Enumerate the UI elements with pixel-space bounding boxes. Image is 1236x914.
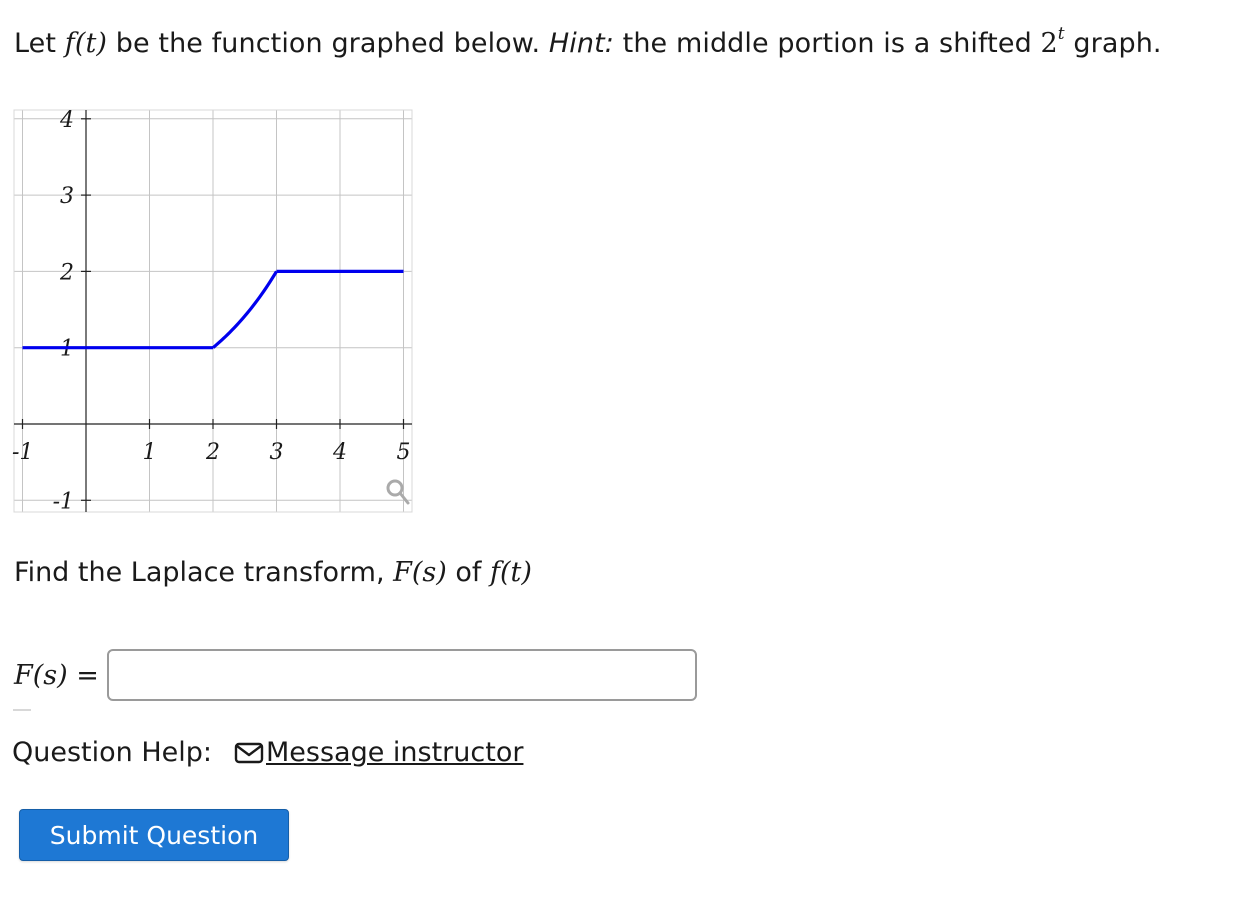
y-tick-label: 2	[59, 260, 74, 285]
question-lead: Find the Laplace transform,	[14, 557, 394, 588]
question-f: f(t)	[490, 557, 532, 588]
question-F: F(s)	[393, 557, 447, 588]
answer-input[interactable]	[106, 649, 697, 701]
hint-text: the middle portion is a shifted	[613, 28, 1041, 59]
magnifier-icon[interactable]	[386, 479, 410, 505]
y-tick-label: 3	[60, 184, 74, 209]
help-label: Question Help:	[12, 737, 212, 768]
message-instructor-link[interactable]: Message instructor	[234, 733, 523, 773]
message-instructor-label: Message instructor	[266, 737, 524, 768]
question-page: Let f(t) be the function graphed below. …	[0, 0, 1236, 914]
envelope-icon	[234, 742, 264, 764]
x-tick-label: -1	[12, 440, 33, 465]
question-text: Find the Laplace transform, F(s) of f(t)	[14, 551, 532, 595]
submit-question-button[interactable]: Submit Question	[19, 809, 289, 861]
answer-label: F(s) =	[14, 660, 99, 691]
preview-marker	[13, 709, 31, 711]
prompt-tail: graph.	[1064, 28, 1162, 59]
prompt-mid: be the function graphed below.	[107, 28, 549, 59]
x-tick-label: 2	[205, 440, 220, 465]
hint-exponent: t	[1057, 24, 1065, 44]
answer-row: F(s) =	[14, 645, 697, 705]
function-graph[interactable]: -1 1 2 3 4 54321-1	[0, 100, 430, 520]
y-tick-label: 4	[59, 108, 74, 133]
x-tick-label: 4	[332, 440, 347, 465]
y-tick-label: -1	[53, 489, 74, 514]
answer-equals: =	[67, 659, 99, 691]
hint-base: 2	[1040, 28, 1058, 59]
x-tick-label: 5	[397, 440, 411, 465]
hint-label: Hint:	[548, 28, 614, 59]
question-help: Question Help: Message instructor	[12, 733, 523, 773]
problem-statement: Let f(t) be the function graphed below. …	[14, 22, 1162, 66]
function-segment-exponential	[211, 270, 278, 349]
x-tick-label: 3	[270, 440, 284, 465]
answer-label-math: F(s)	[14, 659, 68, 691]
prompt-lead: Let	[14, 28, 65, 59]
graph-tick-labels: -1 1 2 3 4 54321-1	[12, 108, 411, 514]
prompt-function: f(t)	[64, 28, 108, 59]
question-of: of	[446, 557, 491, 588]
x-tick-label: 1	[143, 440, 157, 465]
